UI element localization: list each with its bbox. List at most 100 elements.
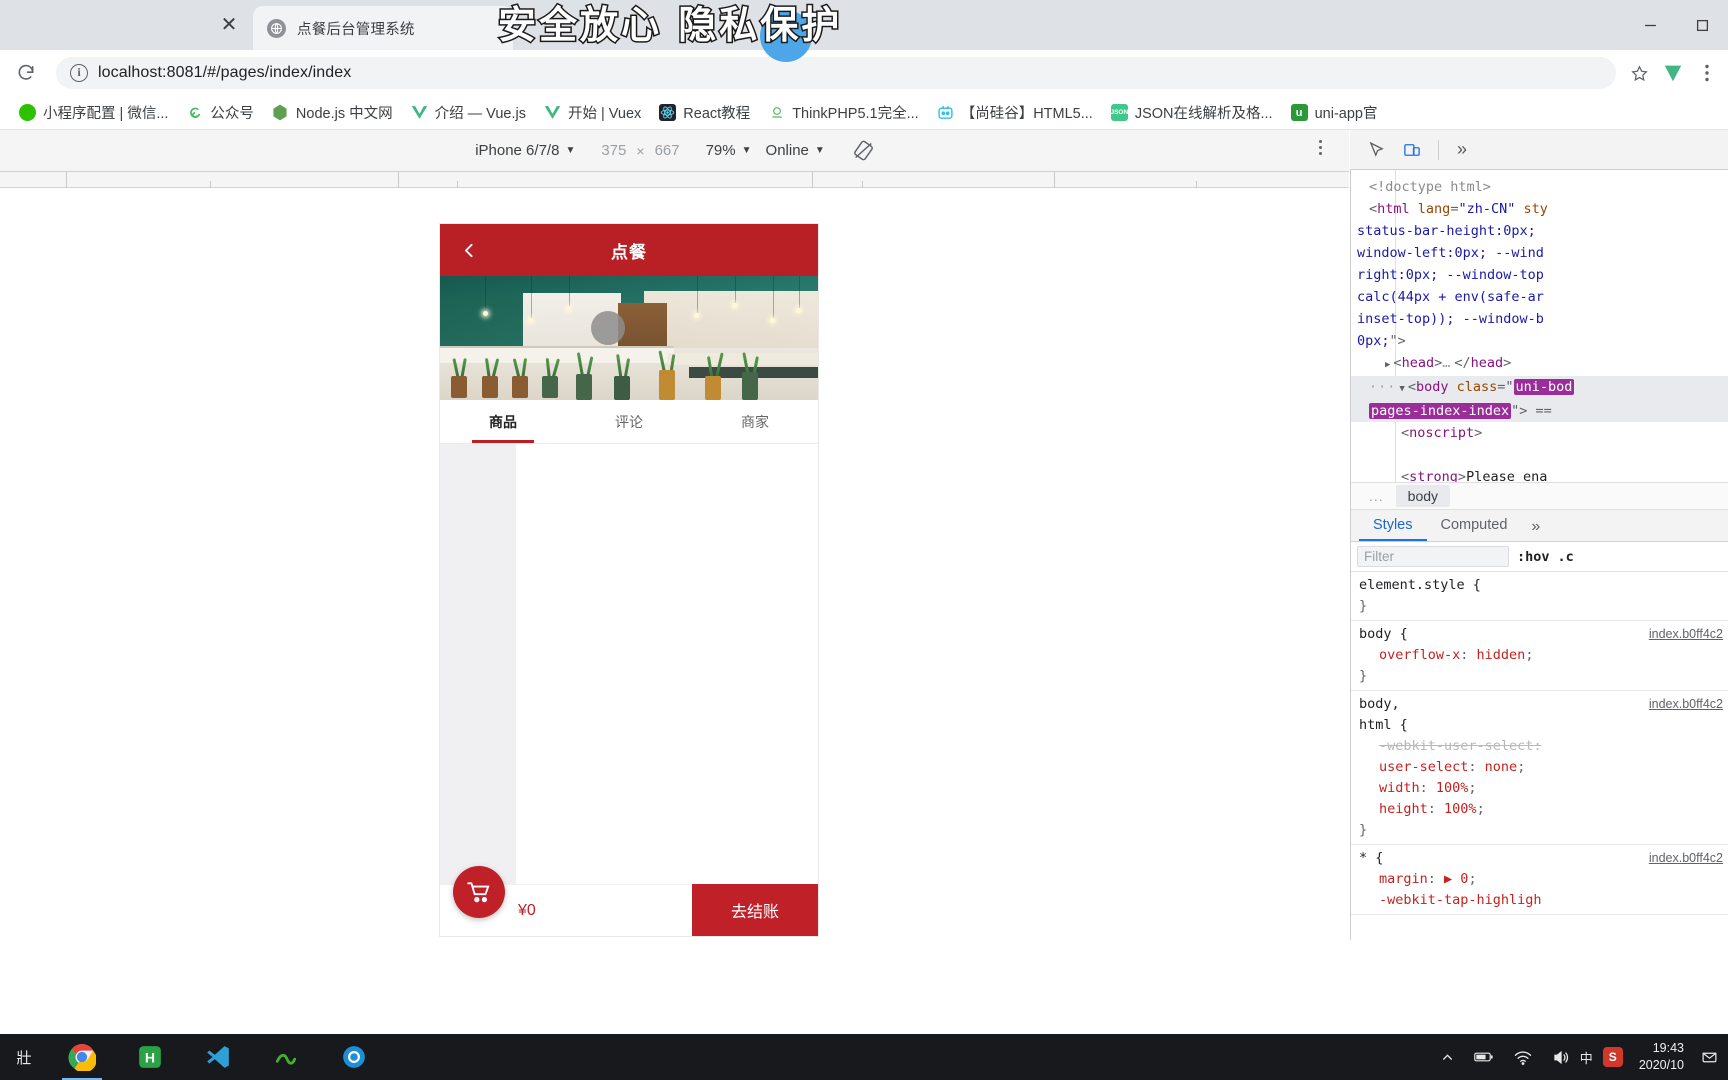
tab-reviews[interactable]: 评论 xyxy=(566,400,692,443)
checkout-button[interactable]: 去结账 xyxy=(692,884,818,936)
throttling-selector[interactable]: Online ▼ xyxy=(766,142,825,159)
stylesheet-source-link[interactable]: index.b0ff4c2 xyxy=(1649,848,1723,869)
tab-goods[interactable]: 商品 xyxy=(440,400,566,443)
dom-line[interactable]: <!doctype html> xyxy=(1351,176,1728,198)
bookmark-item[interactable]: u uni-app官 xyxy=(1282,99,1387,126)
tab-styles[interactable]: Styles xyxy=(1359,512,1427,541)
filter-input[interactable]: Filter xyxy=(1357,546,1509,567)
zoom-selector[interactable]: 79% ▼ xyxy=(706,142,752,159)
css-rule-element-style[interactable]: element.style { } xyxy=(1351,572,1728,621)
hover-state-toggle[interactable]: :hov xyxy=(1517,549,1550,565)
rotate-icon[interactable] xyxy=(853,140,874,161)
dom-line[interactable]: 0px;"> xyxy=(1351,330,1728,352)
css-declaration[interactable]: user-select: none; xyxy=(1359,757,1728,778)
dom-line-noscript[interactable]: <noscript> xyxy=(1351,422,1728,444)
bookmark-item[interactable]: 【尚硅谷】HTML5... xyxy=(928,99,1102,126)
close-tab-button[interactable]: ✕ xyxy=(215,11,243,39)
dom-line-body-cont[interactable]: pages-index-index "> == xyxy=(1351,400,1728,422)
chrome-menu-icon[interactable] xyxy=(1690,56,1724,90)
css-declaration[interactable]: overflow-x: hidden; xyxy=(1359,645,1728,666)
dom-line[interactable]: window-left:0px; --wind xyxy=(1351,242,1728,264)
css-rule-universal[interactable]: index.b0ff4c2 * { margin: ▶ 0; -webkit-t… xyxy=(1351,845,1728,915)
dom-line[interactable]: inset-top)); --window-b xyxy=(1351,308,1728,330)
tab-computed[interactable]: Computed xyxy=(1427,512,1522,541)
clock[interactable]: 19:43 2020/10 xyxy=(1633,1040,1696,1074)
bookmark-label: uni-app官 xyxy=(1314,106,1378,122)
reload-icon[interactable] xyxy=(4,51,48,95)
thinkphp-icon xyxy=(768,104,785,121)
css-property-value[interactable]: hidden xyxy=(1477,647,1526,663)
bookmark-item[interactable]: 小程序配置 | 微信... xyxy=(10,99,177,126)
bookmark-item[interactable]: JSON JSON在线解析及格... xyxy=(1102,99,1282,126)
stylesheet-source-link[interactable]: index.b0ff4c2 xyxy=(1649,694,1723,715)
more-tabs-icon[interactable]: » xyxy=(1521,513,1550,541)
battery-icon[interactable] xyxy=(1464,1050,1504,1064)
viewport-ruler xyxy=(0,172,1349,188)
css-rule-body[interactable]: index.b0ff4c2 body { overflow-x: hidden;… xyxy=(1351,621,1728,691)
shopping-cart-icon[interactable] xyxy=(453,866,505,918)
tray-chevron-icon[interactable] xyxy=(1431,1051,1464,1064)
device-selector[interactable]: iPhone 6/7/8 ▼ xyxy=(475,142,575,159)
dom-tree[interactable]: <!doctype html> <html lang="zh-CN" sty s… xyxy=(1351,170,1728,940)
css-property-value[interactable]: none xyxy=(1485,759,1518,775)
viewport-height-input[interactable]: 667 xyxy=(655,142,680,159)
spiral-icon xyxy=(186,104,203,121)
css-declaration[interactable]: margin: ▶ 0; xyxy=(1359,869,1728,890)
css-declaration[interactable]: -webkit-tap-highligh xyxy=(1359,890,1728,911)
css-property-value[interactable]: 100% xyxy=(1436,780,1469,796)
css-declaration[interactable]: width: 100%; xyxy=(1359,778,1728,799)
breadcrumb-overflow[interactable]: ... xyxy=(1357,485,1396,507)
bookmark-star-icon[interactable] xyxy=(1622,56,1656,90)
app-taskbar-icon[interactable] xyxy=(320,1034,388,1080)
css-declaration-disabled[interactable]: -webkit-user-select: xyxy=(1359,736,1728,757)
bookmark-item[interactable]: ThinkPHP5.1完全... xyxy=(759,99,928,126)
more-options-icon[interactable] xyxy=(1309,140,1331,155)
css-property-value[interactable]: 100% xyxy=(1444,801,1477,817)
rule-close: } xyxy=(1359,668,1368,684)
dom-line[interactable]: status-bar-height:0px; xyxy=(1351,220,1728,242)
dom-line-body[interactable]: ··· ▼ <body class=" uni-bod xyxy=(1351,376,1728,400)
more-tabs-icon[interactable]: » xyxy=(1449,139,1475,160)
address-bar[interactable]: i localhost:8081/#/pages/index/index xyxy=(56,57,1616,89)
start-button[interactable]: 壯 xyxy=(0,1034,48,1080)
chrome-taskbar-icon[interactable] xyxy=(48,1034,116,1080)
dom-line[interactable]: calc(44px + env(safe-ar xyxy=(1351,286,1728,308)
tab-merchant[interactable]: 商家 xyxy=(692,400,818,443)
wifi-icon[interactable] xyxy=(1504,1050,1542,1065)
category-sidebar[interactable] xyxy=(440,444,516,936)
profile-avatar[interactable] xyxy=(1656,56,1690,90)
goods-list[interactable] xyxy=(516,444,818,936)
dom-line[interactable]: right:0px; --window-top xyxy=(1351,264,1728,286)
bookmark-item[interactable]: 公众号 xyxy=(177,99,263,126)
device-toolbar-icon[interactable] xyxy=(1396,135,1428,165)
volume-icon[interactable] xyxy=(1542,1050,1580,1065)
hbuilder-taskbar-icon[interactable]: H xyxy=(116,1034,184,1080)
css-property-value[interactable]: ▶ 0 xyxy=(1444,871,1468,887)
device-name: iPhone 6/7/8 xyxy=(475,142,560,159)
notification-icon[interactable] xyxy=(1696,1049,1722,1066)
bookmark-item[interactable]: React教程 xyxy=(650,99,759,126)
class-toggle[interactable]: .c xyxy=(1558,549,1574,565)
viewport-width-input[interactable]: 375 xyxy=(601,142,626,159)
vscode-taskbar-icon[interactable] xyxy=(184,1034,252,1080)
security-badge-icon[interactable]: S xyxy=(1593,1047,1633,1067)
browser-tab-active[interactable]: 点餐后台管理系统 xyxy=(253,6,513,50)
maximize-button[interactable] xyxy=(1676,0,1728,50)
css-rule-body-html[interactable]: index.b0ff4c2 body, html { -webkit-user-… xyxy=(1351,691,1728,845)
stylesheet-source-link[interactable]: index.b0ff4c2 xyxy=(1649,624,1723,645)
mobile-app-viewport: 点餐 商品 评论 商家 ¥0 去结账 xyxy=(440,224,818,936)
bookmark-item[interactable]: Node.js 中文网 xyxy=(263,99,402,126)
site-info-icon[interactable]: i xyxy=(70,64,88,82)
css-rules-list[interactable]: element.style { } index.b0ff4c2 body { o… xyxy=(1351,572,1728,940)
dom-line[interactable]: <html lang="zh-CN" sty xyxy=(1351,198,1728,220)
dom-line-head[interactable]: ▶ <head>… </head> xyxy=(1351,352,1728,376)
inspect-element-icon[interactable] xyxy=(1360,135,1392,165)
css-declaration[interactable]: height: 100%; xyxy=(1359,799,1728,820)
chevron-left-icon[interactable] xyxy=(452,224,486,276)
bookmark-item[interactable]: 介绍 — Vue.js xyxy=(402,99,535,126)
ime-indicator[interactable]: 中 xyxy=(1580,1048,1593,1067)
bookmark-item[interactable]: 开始 | Vuex xyxy=(535,99,650,126)
anaconda-taskbar-icon[interactable] xyxy=(252,1034,320,1080)
minimize-button[interactable] xyxy=(1624,0,1676,50)
breadcrumb-item-body[interactable]: body xyxy=(1395,485,1451,507)
